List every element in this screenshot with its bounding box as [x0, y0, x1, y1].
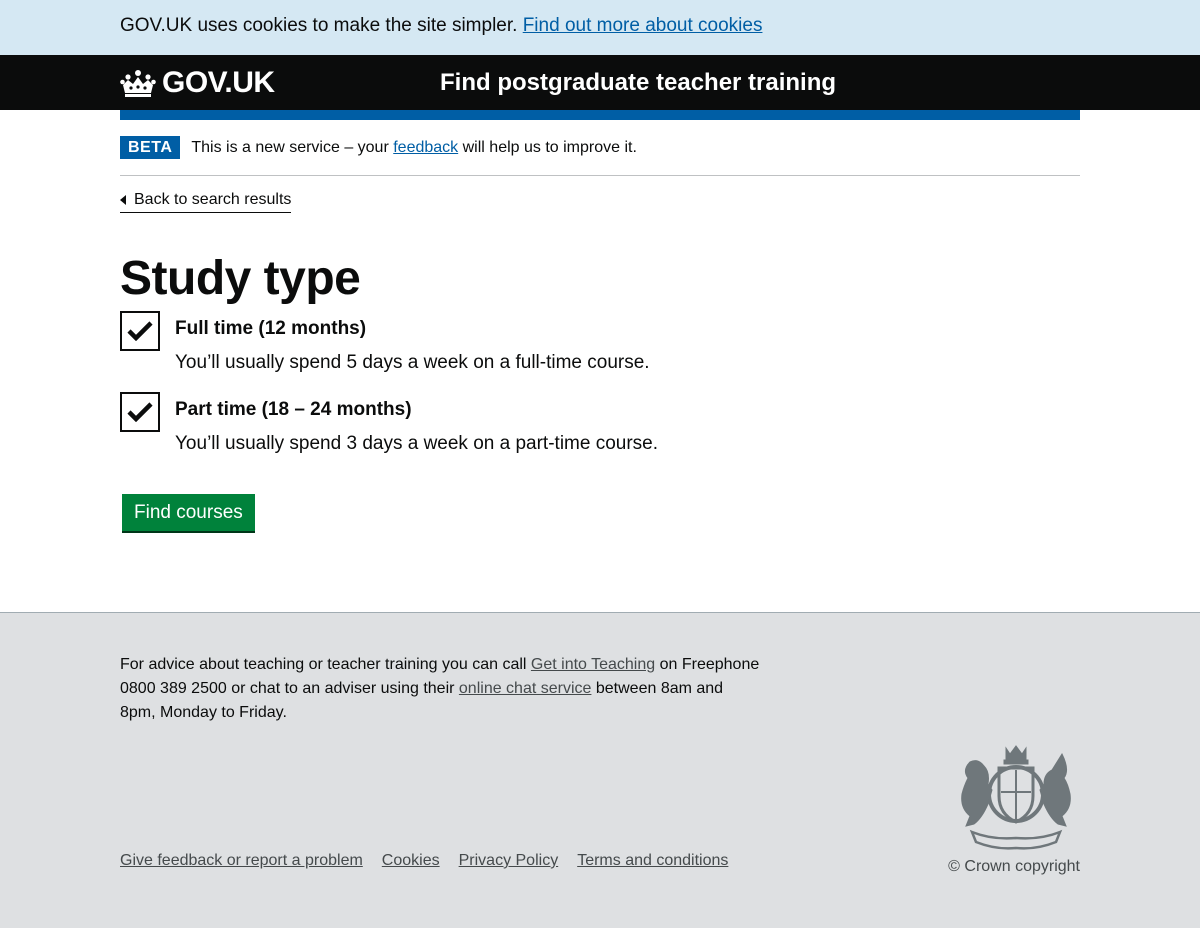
full-time-label[interactable]: Full time (12 months) [175, 316, 650, 342]
back-arrow-icon [120, 195, 126, 205]
crown-copyright: © Crown copyright [948, 858, 1080, 875]
checkmark-icon [127, 321, 153, 341]
site-footer: For advice about teaching or teacher tra… [0, 612, 1200, 928]
phase-text-before: This is a new service – your [191, 138, 389, 156]
govuk-logo-link[interactable]: GOV.UK [120, 66, 440, 100]
cookie-info-link[interactable]: Find out more about cookies [523, 15, 763, 36]
phase-banner: BETA This is a new service – your feedba… [120, 120, 1080, 176]
footer-advice-text-1: For advice about teaching or teacher tra… [120, 656, 527, 673]
service-name-link[interactable]: Find postgraduate teacher training [440, 69, 836, 97]
option-full-time[interactable]: Full time (12 months) You’ll usually spe… [120, 311, 1080, 375]
get-into-teaching-link[interactable]: Get into Teaching [531, 656, 655, 673]
footer-link-terms[interactable]: Terms and conditions [577, 852, 728, 870]
option-part-time[interactable]: Part time (18 – 24 months) You’ll usuall… [120, 392, 1080, 456]
footer-link-feedback[interactable]: Give feedback or report a problem [120, 852, 363, 870]
back-link-label: Back to search results [134, 191, 292, 208]
footer-advice: For advice about teaching or teacher tra… [120, 653, 760, 725]
royal-crest-icon [961, 745, 1071, 850]
page-title: Study type [120, 252, 361, 305]
logo-text: GOV.UK [162, 65, 275, 99]
footer-links: Give feedback or report a problem Cookie… [120, 852, 728, 870]
cookie-banner: GOV.UK uses cookies to make the site sim… [0, 0, 1200, 55]
cookie-banner-text: GOV.UK uses cookies to make the site sim… [120, 15, 518, 36]
part-time-checkbox[interactable] [120, 392, 160, 432]
beta-tag: BETA [120, 136, 181, 159]
part-time-label[interactable]: Part time (18 – 24 months) [175, 397, 658, 423]
crown-icon [120, 69, 156, 97]
online-chat-link[interactable]: online chat service [459, 680, 592, 697]
full-time-checkbox[interactable] [120, 311, 160, 351]
phase-text-after: will help us to improve it. [462, 138, 637, 156]
back-link[interactable]: Back to search results [120, 191, 292, 213]
full-time-hint: You’ll usually spend 5 days a week on a … [175, 352, 650, 373]
find-courses-button[interactable]: Find courses [122, 494, 255, 531]
phase-banner-text: This is a new service – your feedback wi… [191, 139, 637, 157]
part-time-hint: You’ll usually spend 3 days a week on a … [175, 433, 659, 454]
footer-link-privacy[interactable]: Privacy Policy [459, 852, 559, 870]
footer-link-cookies[interactable]: Cookies [382, 852, 440, 870]
site-header: GOV.UK Find postgraduate teacher trainin… [0, 55, 1200, 110]
checkmark-icon [127, 402, 153, 422]
header-blue-bar [120, 110, 1080, 120]
feedback-link[interactable]: feedback [393, 139, 458, 156]
